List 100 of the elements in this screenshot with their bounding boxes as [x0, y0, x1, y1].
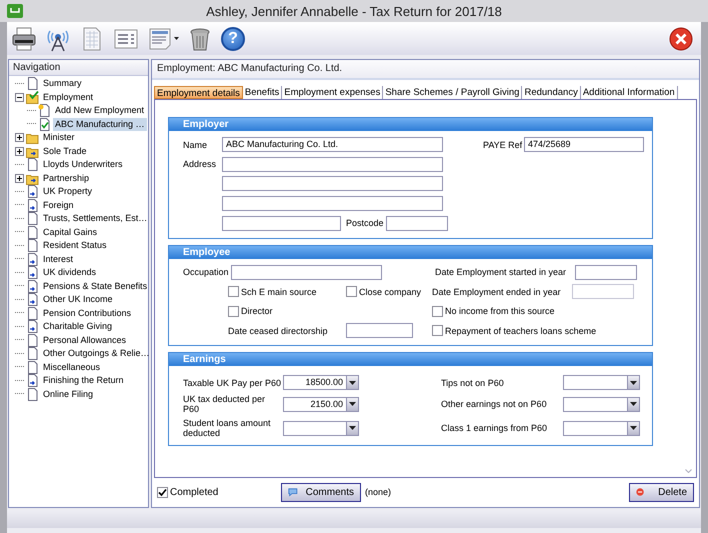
tree-item[interactable]: Employment — [41, 90, 96, 104]
tree-item[interactable]: Interest — [41, 252, 76, 266]
tree-item[interactable]: Charitable Giving — [41, 320, 114, 334]
document-star-icon — [38, 104, 51, 118]
comments-status: (none) — [365, 487, 392, 497]
comments-button[interactable]: Comments — [281, 482, 361, 502]
document-icon — [26, 334, 39, 347]
tree-item[interactable]: Sole Trade — [41, 144, 89, 158]
document-icon — [26, 388, 39, 401]
dropdown-field[interactable]: 2150.00 — [283, 396, 359, 412]
delete-button[interactable]: Delete — [629, 482, 694, 502]
field-label: Tips not on P60 — [441, 378, 505, 388]
dropdown-field[interactable] — [283, 420, 359, 436]
input-field[interactable] — [222, 216, 341, 231]
document-icon — [26, 212, 39, 226]
field-label: Occupation — [183, 267, 230, 278]
tree-item[interactable]: UK Property — [41, 185, 94, 198]
checkbox-label: Director — [241, 306, 273, 316]
document-icon — [26, 226, 39, 239]
tree-item[interactable]: Partnership — [41, 172, 92, 185]
checkbox[interactable] — [228, 286, 239, 298]
tree-item[interactable]: Lloyds Underwriters — [41, 158, 125, 172]
document-icon — [26, 306, 39, 320]
input-field[interactable] — [222, 156, 443, 172]
printer-icon[interactable] — [11, 26, 37, 52]
expand-icon[interactable] — [15, 146, 24, 156]
field-label: Address — [183, 159, 218, 170]
tree-item[interactable]: Miscellaneous — [41, 360, 102, 374]
collapse-icon[interactable] — [15, 92, 24, 102]
panel-title: Navigation — [9, 60, 148, 76]
tree-item[interactable]: Add New Employment — [53, 104, 146, 118]
close-icon[interactable] — [669, 26, 693, 50]
checkbox[interactable] — [432, 306, 443, 317]
document-arrow-icon — [26, 185, 39, 198]
checkbox-label: No income from this source — [445, 306, 555, 316]
dropdown-field[interactable] — [563, 396, 640, 412]
dropdown-field[interactable]: 18500.00 — [283, 375, 359, 390]
expand-icon[interactable] — [15, 174, 24, 183]
tree-item[interactable]: Trusts, Settlements, Est… — [41, 212, 150, 226]
input-field[interactable] — [346, 323, 413, 338]
field-label: Date Employment started in year — [435, 267, 568, 278]
input-field[interactable] — [575, 264, 637, 280]
tree-item[interactable]: Foreign — [41, 198, 76, 212]
app-icon — [7, 4, 23, 18]
input-field[interactable] — [572, 284, 634, 300]
caret-icon — [630, 426, 637, 430]
tree-item[interactable]: Capital Gains — [41, 226, 100, 239]
tree-item[interactable]: Finishing the Return — [41, 374, 126, 388]
field-label: Name — [183, 140, 208, 150]
checkbox[interactable] — [346, 286, 357, 298]
folder-check-icon — [26, 90, 39, 104]
page-heading: Employment: ABC Manufacturing Co. Ltd. — [152, 60, 699, 80]
tree-item[interactable]: Resident Status — [41, 239, 109, 252]
minus-circle-icon — [636, 486, 644, 498]
tree-item[interactable]: ABC Manufacturing … — [53, 118, 147, 131]
tree-item[interactable]: Pensions & State Benefits — [41, 280, 150, 293]
scroll-down-icon[interactable] — [685, 469, 692, 473]
checkbox[interactable] — [157, 486, 168, 498]
group-title: Employee — [169, 246, 652, 259]
tree-item[interactable]: Pension Contributions — [41, 306, 134, 320]
input-field[interactable]: 474/25689 — [524, 137, 644, 152]
checkbox[interactable] — [432, 325, 443, 336]
checkbox-label: Repayment of teachers loans scheme — [445, 326, 596, 336]
field-label: Class 1 earnings from P60 — [441, 423, 548, 434]
document-check-icon — [38, 118, 51, 131]
input-field[interactable] — [231, 264, 382, 280]
dropdown-field[interactable] — [563, 375, 640, 390]
dropdown-field[interactable] — [563, 420, 640, 436]
tree-item[interactable]: Personal Allowances — [41, 334, 128, 347]
caret-icon — [630, 380, 637, 385]
input-field[interactable] — [222, 176, 443, 192]
tree-item[interactable]: Other Outgoings & Relie… — [41, 347, 152, 360]
document-arrow-icon — [26, 374, 39, 388]
tree-item[interactable]: UK dividends — [41, 266, 98, 280]
tab[interactable]: Employment details — [154, 86, 243, 99]
expand-icon[interactable] — [15, 133, 24, 142]
tree-item[interactable]: Minister — [41, 131, 77, 144]
field-label: Taxable UK Pay per P60 — [183, 378, 282, 388]
checkbox[interactable] — [228, 306, 239, 317]
caret-icon — [630, 402, 637, 406]
folder-icon — [26, 131, 39, 144]
document-arrow-icon — [26, 280, 39, 293]
input-field[interactable] — [222, 196, 443, 212]
document-arrow-icon — [26, 293, 39, 306]
checkbox-label: Sch E main source — [241, 286, 317, 297]
group-title: Employer — [169, 118, 652, 131]
tree-item[interactable]: Online Filing — [41, 388, 96, 401]
tree-item[interactable]: Other UK Income — [41, 293, 115, 306]
input-field[interactable] — [386, 216, 448, 231]
caret-icon — [349, 380, 356, 385]
document-arrow-icon — [26, 320, 39, 334]
document-arrow-icon — [26, 198, 39, 212]
tree-item[interactable]: Summary — [41, 77, 84, 90]
window-title: Ashley, Jennifer Annabelle - Tax Return for 2017/18 — [205, 4, 503, 18]
field-label: Other earnings not on P60 — [441, 399, 548, 410]
document-arrow-icon — [26, 252, 39, 266]
field-label: Date ceased directorship — [228, 326, 329, 336]
caret-icon[interactable] — [174, 37, 179, 40]
document-icon — [26, 347, 39, 360]
input-field[interactable]: ABC Manufacturing Co. Ltd. — [222, 137, 443, 152]
